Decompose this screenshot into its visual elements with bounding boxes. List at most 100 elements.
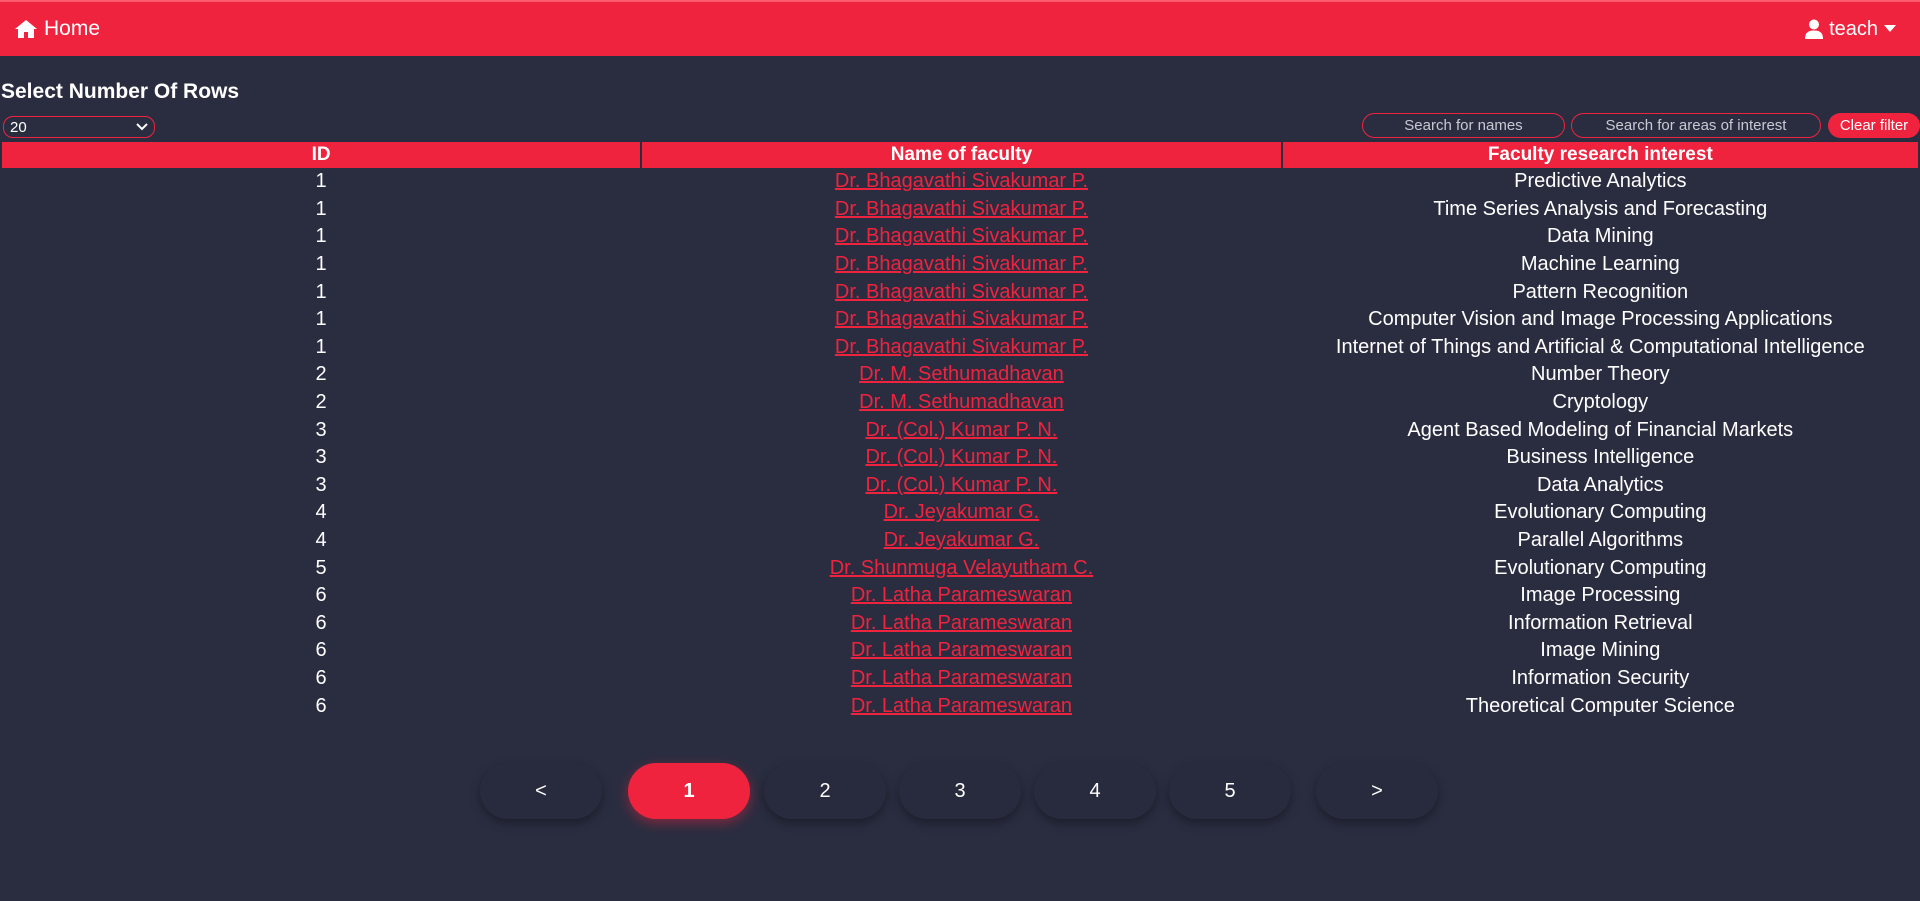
table-row: 5 Dr. Shunmuga Velayutham C. Evolutionary … (2, 554, 1918, 582)
cell-interest: Data Mining (1546, 225, 1654, 248)
faculty-name-link[interactable]: Dr. Shunmuga Velayutham C. (830, 557, 1093, 579)
column-header-name[interactable]: Name of faculty (642, 142, 1281, 168)
cell-id: 4 (315, 529, 327, 552)
cell-name: Dr. Bhagavathi Sivakumar P. (642, 168, 1280, 196)
table-row: 3 Dr. (Col.) Kumar P. N. Data Analytics (2, 472, 1918, 500)
faculty-name-link[interactable]: Dr. Bhagavathi Sivakumar P. (835, 225, 1088, 247)
cell-name: Dr. Latha Parameswaran (642, 637, 1280, 665)
cell-name: Dr. Jeyakumar G. (642, 527, 1280, 555)
page-button-1[interactable]: 1 (628, 763, 750, 819)
faculty-table: ID Name of faculty Faculty research inte… (0, 142, 1920, 720)
faculty-name-link[interactable]: Dr. Jeyakumar G. (884, 501, 1040, 523)
faculty-name-link[interactable]: Dr. Bhagavathi Sivakumar P. (835, 253, 1088, 275)
table-row: 2 Dr. M. Sethumadhavan Number Theory (2, 361, 1918, 389)
cell-interest: Number Theory (1531, 363, 1670, 386)
cell-interest: Time Series Analysis and Forecasting (1433, 197, 1768, 220)
cell-id: 6 (315, 584, 327, 607)
user-menu[interactable]: teach (1805, 18, 1896, 41)
home-link[interactable]: Home (14, 17, 100, 41)
cell-id: 1 (315, 308, 327, 331)
cell-interest: Computer Vision and Image Processing App… (1368, 308, 1833, 331)
cell-name: Dr. (Col.) Kumar P. N. (642, 444, 1280, 472)
table-row: 3 Dr. (Col.) Kumar P. N. Business Intellig… (2, 444, 1918, 472)
faculty-name-link[interactable]: Dr. Bhagavathi Sivakumar P. (835, 170, 1088, 192)
faculty-name-link[interactable]: Dr. (Col.) Kumar P. N. (865, 474, 1057, 496)
cell-id: 3 (315, 473, 327, 496)
page-button-3[interactable]: 3 (899, 763, 1021, 819)
cell-interest: Pattern Recognition (1512, 280, 1689, 303)
cell-interest: Image Mining (1540, 639, 1661, 662)
caret-down-icon (1884, 25, 1896, 33)
cell-name: Dr. M. Sethumadhavan (642, 389, 1280, 417)
faculty-name-link[interactable]: Dr. (Col.) Kumar P. N. (865, 446, 1057, 468)
interest-search-input[interactable] (1571, 113, 1821, 138)
cell-interest: Information Retrieval (1508, 611, 1693, 634)
table-row: 1 Dr. Bhagavathi Sivakumar P. Data Mining (2, 223, 1918, 251)
faculty-name-link[interactable]: Dr. M. Sethumadhavan (859, 391, 1064, 413)
cell-interest: Information Security (1511, 666, 1690, 689)
faculty-name-link[interactable]: Dr. M. Sethumadhavan (859, 363, 1064, 385)
table-row: 1 Dr. Bhagavathi Sivakumar P. Predictive A… (2, 168, 1918, 196)
faculty-name-link[interactable]: Dr. Bhagavathi Sivakumar P. (835, 198, 1088, 220)
home-label: Home (44, 17, 101, 40)
cell-id: 5 (315, 556, 327, 579)
faculty-name-link[interactable]: Dr. Jeyakumar G. (884, 529, 1040, 551)
cell-id: 6 (315, 666, 327, 689)
user-label: teach (1829, 17, 1878, 40)
table-row: 4 Dr. Jeyakumar G. Evolutionary Computing (2, 499, 1918, 527)
prev-page-button[interactable]: < (480, 763, 602, 819)
faculty-name-link[interactable]: Dr. Bhagavathi Sivakumar P. (835, 336, 1088, 358)
table-row: 1 Dr. Bhagavathi Sivakumar P. Computer Vis… (2, 306, 1918, 334)
faculty-name-link[interactable]: Dr. Bhagavathi Sivakumar P. (835, 308, 1088, 330)
cell-interest: Predictive Analytics (1514, 170, 1687, 193)
faculty-name-link[interactable]: Dr. Latha Parameswaran (851, 695, 1072, 717)
cell-name: Dr. (Col.) Kumar P. N. (642, 472, 1280, 500)
faculty-name-link[interactable]: Dr. Latha Parameswaran (851, 667, 1072, 689)
cell-interest: Image Processing (1520, 584, 1681, 607)
table-row: 1 Dr. Bhagavathi Sivakumar P. Machine Lear… (2, 251, 1918, 279)
clear-filter-button[interactable]: Clear filter (1828, 113, 1920, 138)
cell-name: Dr. Bhagavathi Sivakumar P. (642, 306, 1280, 334)
table-header-row: ID Name of faculty Faculty research inte… (2, 142, 1918, 168)
cell-interest: Parallel Algorithms (1517, 529, 1684, 552)
table-row: 4 Dr. Jeyakumar G. Parallel Algorithms (2, 527, 1918, 555)
cell-interest: Machine Learning (1520, 253, 1680, 276)
faculty-name-link[interactable]: Dr. Latha Parameswaran (851, 612, 1072, 634)
cell-name: Dr. Latha Parameswaran (642, 692, 1280, 720)
page-button-2[interactable]: 2 (764, 763, 886, 819)
top-navbar: Home teach (0, 0, 1920, 56)
name-search-input[interactable] (1362, 113, 1565, 138)
table-row: 1 Dr. Bhagavathi Sivakumar P. Pattern Reco… (2, 278, 1918, 306)
cell-id: 1 (315, 170, 327, 193)
cell-name: Dr. Bhagavathi Sivakumar P. (642, 334, 1280, 362)
cell-interest: Evolutionary Computing (1494, 556, 1707, 579)
cell-name: Dr. (Col.) Kumar P. N. (642, 416, 1280, 444)
cell-name: Dr. Shunmuga Velayutham C. (642, 554, 1280, 582)
rows-per-page-select[interactable]: 20 (3, 116, 155, 138)
cell-id: 3 (315, 418, 327, 441)
faculty-name-link[interactable]: Dr. Bhagavathi Sivakumar P. (835, 281, 1088, 303)
cell-id: 4 (315, 501, 327, 524)
cell-id: 1 (315, 225, 327, 248)
next-page-button[interactable]: > (1316, 763, 1438, 819)
faculty-name-link[interactable]: Dr. (Col.) Kumar P. N. (865, 419, 1057, 441)
cell-name: Dr. Latha Parameswaran (642, 582, 1280, 610)
cell-id: 1 (315, 280, 327, 303)
cell-id: 1 (315, 253, 327, 276)
cell-id: 6 (315, 611, 327, 634)
cell-interest: Evolutionary Computing (1494, 501, 1707, 524)
column-header-id[interactable]: ID (2, 142, 641, 168)
cell-name: Dr. Bhagavathi Sivakumar P. (642, 223, 1280, 251)
page-button-5[interactable]: 5 (1169, 763, 1291, 819)
table-row: 6 Dr. Latha Parameswaran Information Secur… (2, 665, 1918, 693)
cell-interest: Cryptology (1552, 391, 1649, 414)
table-row: 6 Dr. Latha Parameswaran Theoretical Compu… (2, 692, 1918, 720)
cell-name: Dr. Latha Parameswaran (642, 610, 1280, 638)
column-header-interest[interactable]: Faculty research interest (1282, 142, 1918, 168)
faculty-name-link[interactable]: Dr. Latha Parameswaran (851, 639, 1072, 661)
table-row: 6 Dr. Latha Parameswaran Information Retri… (2, 610, 1918, 638)
page-button-4[interactable]: 4 (1034, 763, 1156, 819)
cell-name: Dr. Latha Parameswaran (642, 665, 1280, 693)
home-icon (14, 19, 38, 39)
faculty-name-link[interactable]: Dr. Latha Parameswaran (851, 584, 1072, 606)
